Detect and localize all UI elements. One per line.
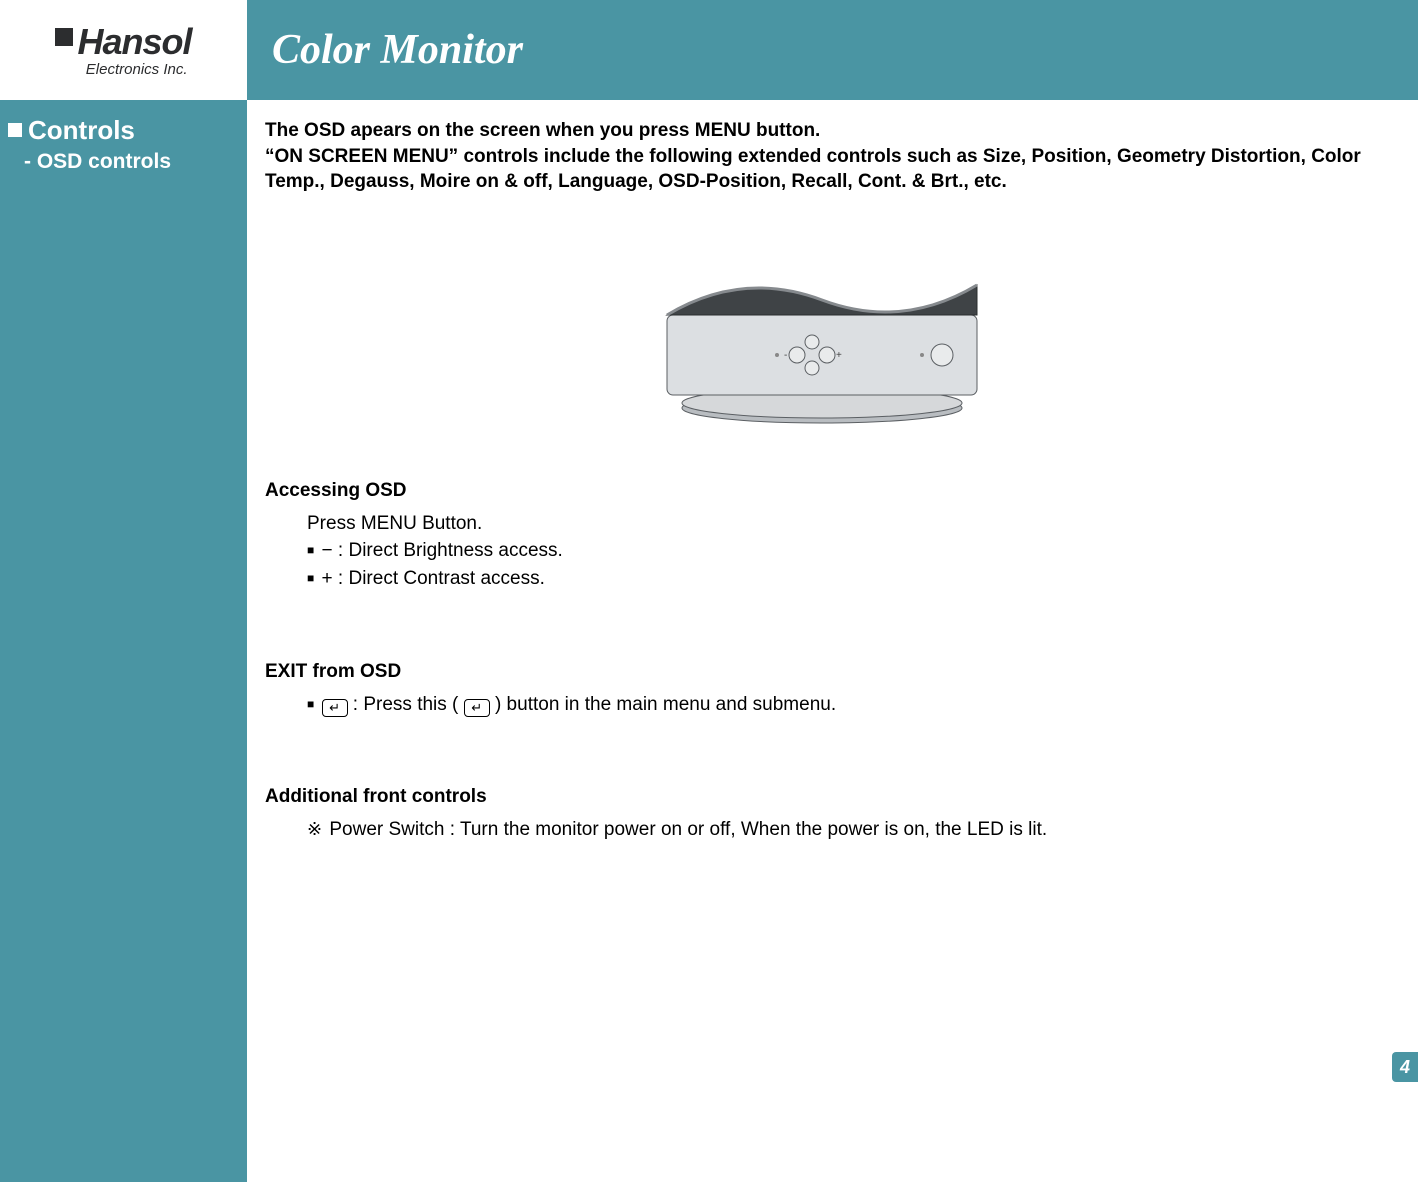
logo-subtitle: Electronics Inc. — [55, 62, 191, 77]
exit-line1a: : Press this ( — [348, 694, 464, 715]
exit-line1: ■ : Press this ( ) button in the main me… — [307, 691, 1378, 719]
accessing-line3: ■ + : Direct Contrast access. — [307, 565, 1378, 593]
section-accessing-osd-title: Accessing OSD — [265, 480, 1378, 502]
section-additional-body: ※ Power Switch : Turn the monitor power … — [307, 816, 1378, 844]
section-accessing-osd-body: Press MENU Button. ■ − : Direct Brightne… — [307, 510, 1378, 593]
enter-key-icon — [322, 699, 348, 717]
intro-line1: The OSD apears on the screen when you pr… — [265, 120, 820, 141]
svg-text:-: - — [784, 350, 787, 361]
svg-text:+: + — [836, 350, 842, 361]
logo-box: Hansol Electronics Inc. — [0, 0, 247, 100]
sidebar-nav: Controls - OSD controls — [8, 115, 171, 174]
logo-brand: Hansol — [55, 24, 191, 60]
intro-text: The OSD apears on the screen when you pr… — [265, 118, 1378, 195]
section-exit-osd-body: ■ : Press this ( ) button in the main me… — [307, 691, 1378, 719]
plus-symbol: + — [322, 568, 333, 589]
sidebar — [0, 0, 247, 1182]
additional-line1-text: Power Switch : Turn the monitor power on… — [324, 819, 1047, 840]
intro-line2: “ON SCREEN MENU” controls include the fo… — [265, 146, 1361, 193]
sidebar-subsection-osd: - OSD controls — [24, 150, 171, 174]
title-bar: Color Monitor — [247, 0, 1418, 100]
page-title: Color Monitor — [272, 26, 523, 74]
logo-square-icon — [55, 28, 73, 46]
exit-line1b: ) button in the main menu and submenu. — [490, 694, 836, 715]
sidebar-section-controls: Controls — [8, 115, 171, 146]
accessing-line3-text: : Direct Contrast access. — [333, 568, 545, 589]
accessing-line2: ■ − : Direct Brightness access. — [307, 537, 1378, 565]
minus-symbol: − — [322, 540, 333, 561]
reference-mark-icon: ※ — [307, 819, 322, 839]
sidebar-section-label: Controls — [28, 115, 135, 145]
square-bullet-icon — [8, 123, 22, 137]
logo-brand-text: Hansol — [77, 21, 191, 62]
additional-line1: ※ Power Switch : Turn the monitor power … — [307, 816, 1378, 844]
page-number-tab: 4 — [1392, 1052, 1418, 1082]
main-content: The OSD apears on the screen when you pr… — [265, 118, 1378, 844]
section-additional-title: Additional front controls — [265, 786, 1378, 808]
monitor-illustration: - + — [622, 260, 1022, 425]
section-exit-osd-title: EXIT from OSD — [265, 661, 1378, 683]
accessing-line1: Press MENU Button. — [307, 510, 1378, 538]
accessing-line2-text: : Direct Brightness access. — [333, 540, 563, 561]
enter-key-icon-2 — [464, 699, 490, 717]
